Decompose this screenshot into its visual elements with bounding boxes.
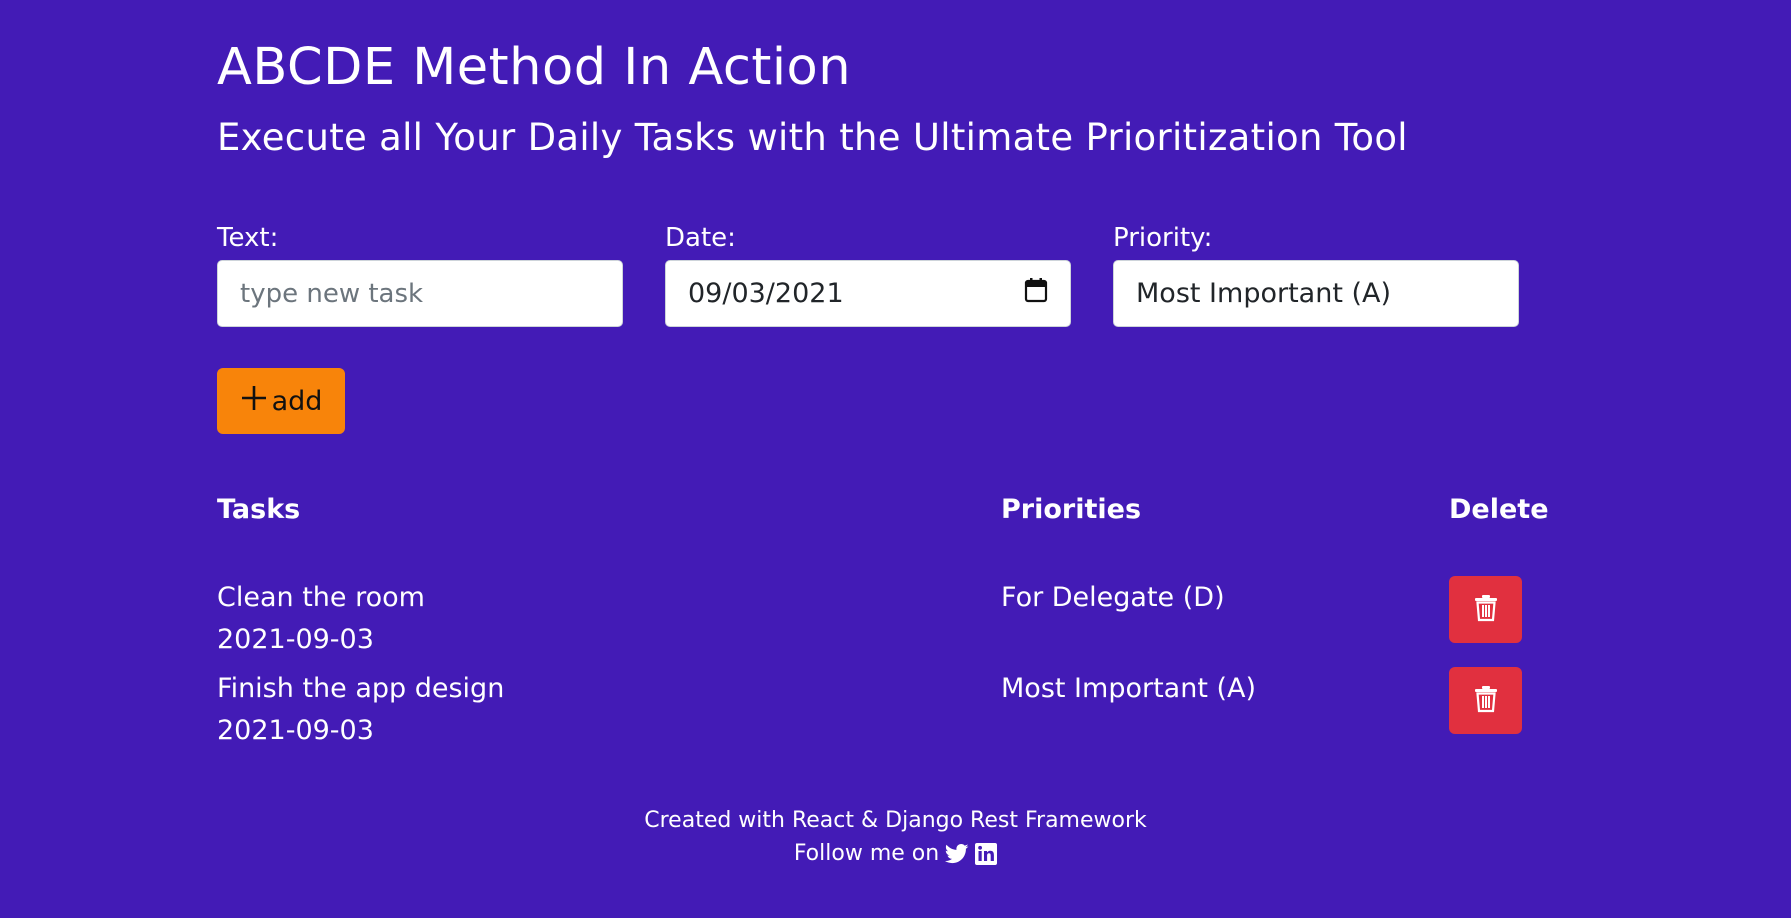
task-text: Finish the app design (217, 673, 505, 704)
priority-selected-value: Most Important (A) (1136, 278, 1392, 309)
footer-follow: Follow me on (0, 841, 1791, 866)
task-date: 2021-09-03 (217, 624, 374, 655)
priority-label: Priority: (1113, 223, 1213, 253)
delete-task-button[interactable] (1449, 576, 1522, 643)
page-title: ABCDE Method In Action (217, 38, 852, 97)
date-field-group: Date: 09/03/2021 (665, 222, 1071, 327)
date-label: Date: (665, 223, 736, 253)
text-label: Text: (217, 223, 279, 253)
column-header-priorities: Priorities (1001, 494, 1142, 525)
page-subtitle: Execute all Your Daily Tasks with the Ul… (217, 116, 1408, 159)
follow-text: Follow me on (793, 841, 940, 866)
column-header-delete: Delete (1449, 494, 1549, 525)
task-date: 2021-09-03 (217, 715, 374, 746)
date-input[interactable]: 09/03/2021 (665, 260, 1071, 327)
trash-icon (1474, 594, 1498, 626)
task-priority: Most Important (A) (1001, 673, 1257, 704)
calendar-icon[interactable] (1024, 277, 1048, 310)
add-task-button[interactable]: add (217, 368, 345, 434)
table-row: Finish the app design 2021-09-03 Most Im… (217, 667, 1577, 759)
priority-field-group: Priority: Most Important (A) (1113, 222, 1519, 327)
date-value: 09/03/2021 (688, 278, 844, 309)
add-button-label: add (271, 385, 323, 417)
task-text-input[interactable] (240, 278, 600, 309)
linkedin-icon[interactable] (975, 842, 998, 865)
text-field-group: Text: (217, 222, 623, 327)
footer-credit: Created with React & Django Rest Framewo… (644, 808, 1147, 833)
trash-icon (1474, 685, 1498, 717)
plus-icon (240, 379, 268, 419)
column-header-tasks: Tasks (217, 494, 301, 525)
twitter-icon[interactable] (945, 843, 969, 864)
task-text: Clean the room (217, 582, 425, 613)
priority-select[interactable]: Most Important (A) (1113, 260, 1519, 327)
task-priority: For Delegate (D) (1001, 582, 1225, 613)
text-input-box[interactable] (217, 260, 623, 327)
delete-task-button[interactable] (1449, 667, 1522, 734)
table-row: Clean the room 2021-09-03 For Delegate (… (217, 576, 1577, 668)
